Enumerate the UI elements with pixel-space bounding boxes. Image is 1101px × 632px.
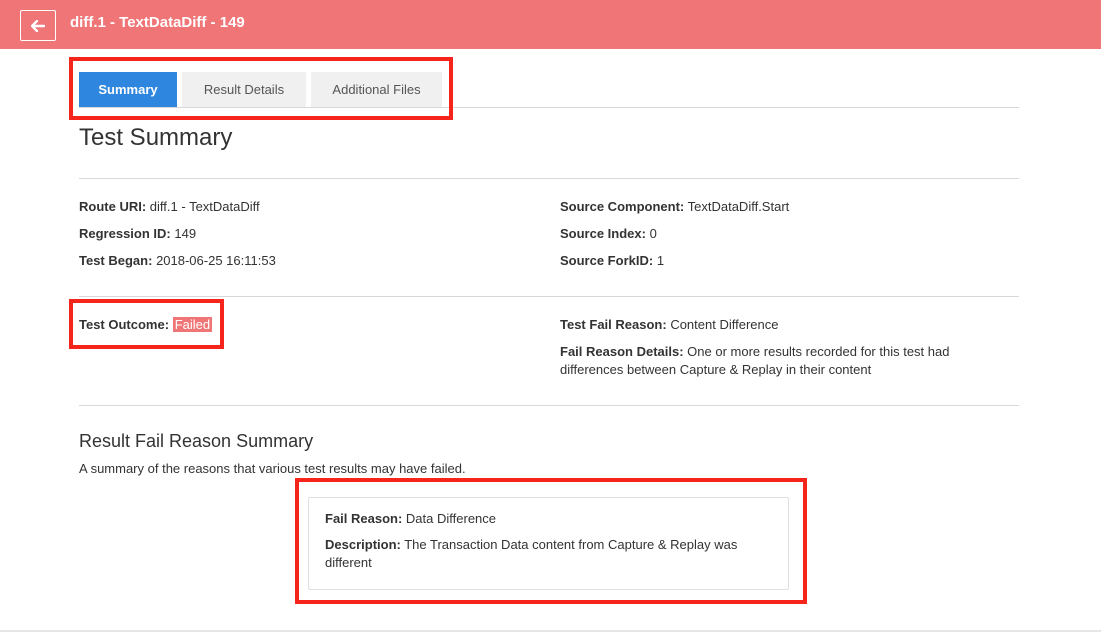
source-component-value: TextDataDiff.Start — [687, 199, 790, 214]
divider — [79, 405, 1019, 406]
source-forkid-label: Source ForkID: — [560, 253, 654, 268]
source-index-label: Source Index: — [560, 226, 646, 241]
source-forkid-field: Source ForkID: 1 — [560, 252, 664, 270]
section-title: Result Fail Reason Summary — [79, 431, 314, 451]
highlight-box-tabs — [69, 57, 453, 120]
highlight-box-card — [295, 478, 807, 604]
page-header-title: diff.1 - TextDataDiff - 149 — [70, 14, 245, 31]
source-index-field: Source Index: 0 — [560, 225, 657, 243]
source-component-field: Source Component: TextDataDiff.Start — [560, 198, 789, 216]
source-forkid-value: 1 — [656, 253, 665, 268]
test-began-value: 2018-06-25 16:11:53 — [156, 253, 276, 268]
source-index-value: 0 — [649, 226, 657, 241]
highlight-box-outcome — [69, 299, 224, 349]
regression-id-field: Regression ID: 149 — [79, 225, 196, 243]
route-uri-field: Route URI: diff.1 - TextDataDiff — [79, 198, 260, 216]
page-title: Test Summary — [79, 124, 233, 151]
route-uri-value: diff.1 - TextDataDiff — [149, 199, 260, 214]
regression-id-label: Regression ID: — [79, 226, 171, 241]
divider — [79, 178, 1019, 179]
regression-id-value: 149 — [174, 226, 197, 241]
fail-reason-details-field: Fail Reason Details: One or more results… — [560, 343, 990, 379]
arrow-left-icon — [31, 19, 45, 32]
test-fail-reason-value: Content Difference — [670, 317, 779, 332]
test-fail-reason-label: Test Fail Reason: — [560, 317, 667, 332]
divider — [79, 296, 1019, 297]
section-description: A summary of the reasons that various te… — [79, 461, 466, 476]
test-began-field: Test Began: 2018-06-25 16:11:53 — [79, 252, 276, 270]
route-uri-label: Route URI: — [79, 199, 147, 214]
back-button[interactable] — [20, 10, 56, 41]
fail-reason-details-label: Fail Reason Details: — [560, 344, 684, 359]
test-began-label: Test Began: — [79, 253, 153, 268]
source-component-label: Source Component: — [560, 199, 685, 214]
app-header: diff.1 - TextDataDiff - 149 — [0, 0, 1101, 49]
test-fail-reason-field: Test Fail Reason: Content Difference — [560, 316, 778, 334]
